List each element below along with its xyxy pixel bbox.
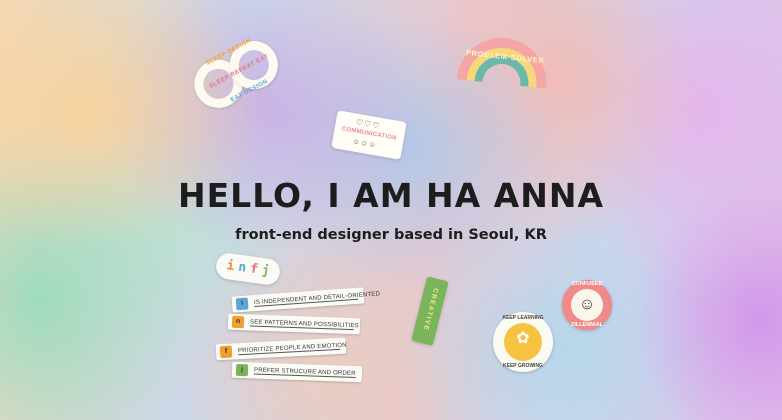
sleep-repeat-eat-sticker: SLEEP DESIGN SLEEP REPEAT EAT EAT DESIGN — [181, 23, 292, 125]
keep-learning-badge-sticker: KEEP LEARNING ✿ KEEP GROWING — [493, 312, 553, 372]
communication-ticket-sticker: ♡♡♡ COMMUNICATION ☺☺☺ — [331, 110, 407, 160]
zillennial-label: ZILLENNIAL — [570, 322, 604, 328]
hero-title: HELLO, I AM HA ANNA — [178, 176, 604, 215]
mbti-description: PREFER STRUCURE AND ORDER — [253, 362, 357, 379]
mbti-description: PRIORITIZE PEOPLE AND EMOTION — [237, 337, 347, 356]
mbti-description: IS INDEPENDENT AND DETAIL-ORIENTED — [253, 287, 380, 308]
infj-sticker: infj — [214, 251, 282, 287]
mbti-row-judging: j PREFER STRUCURE AND ORDER — [231, 361, 363, 383]
creative-label: CREATIVE — [421, 287, 440, 332]
creative-sticker: CREATIVE — [411, 276, 449, 346]
infj-letter-f: f — [249, 261, 259, 278]
confused-zillennial-sticker: CONFUSED ☺ ZILLENNIAL — [562, 280, 612, 330]
mbti-row-introvert: i IS INDEPENDENT AND DETAIL-ORIENTED — [231, 287, 380, 313]
smiley-faces-icon: ☺☺☺ — [351, 138, 378, 150]
mbti-description: SEE PATTERNS AND POSSIBILITIES — [249, 314, 359, 331]
hero-subtitle: front-end designer based in Seoul, KR — [235, 227, 547, 243]
keep-learning-label: KEEP LEARNING — [502, 315, 544, 321]
problem-solver-rainbow-sticker: PROBLEM-SOLVER — [455, 33, 551, 102]
smiley-face-icon: ☺ — [571, 289, 603, 321]
infj-letter-n: n — [237, 259, 248, 276]
mbti-letter-badge: j — [235, 363, 249, 377]
mbti-letter-badge: f — [219, 345, 233, 359]
keep-growing-label: KEEP GROWING — [503, 363, 543, 369]
infj-letter-i: i — [225, 258, 236, 275]
infj-letter-j: j — [260, 263, 271, 279]
flower-icon: ✿ — [516, 330, 530, 347]
mbti-row-feeling: f PRIORITIZE PEOPLE AND EMOTION — [215, 337, 347, 361]
mbti-letter-badge: n — [231, 315, 245, 329]
mbti-row-intuition: n SEE PATTERNS AND POSSIBILITIES — [227, 313, 361, 335]
confused-label: CONFUSED — [571, 281, 603, 287]
mbti-letter-badge: i — [235, 297, 249, 311]
